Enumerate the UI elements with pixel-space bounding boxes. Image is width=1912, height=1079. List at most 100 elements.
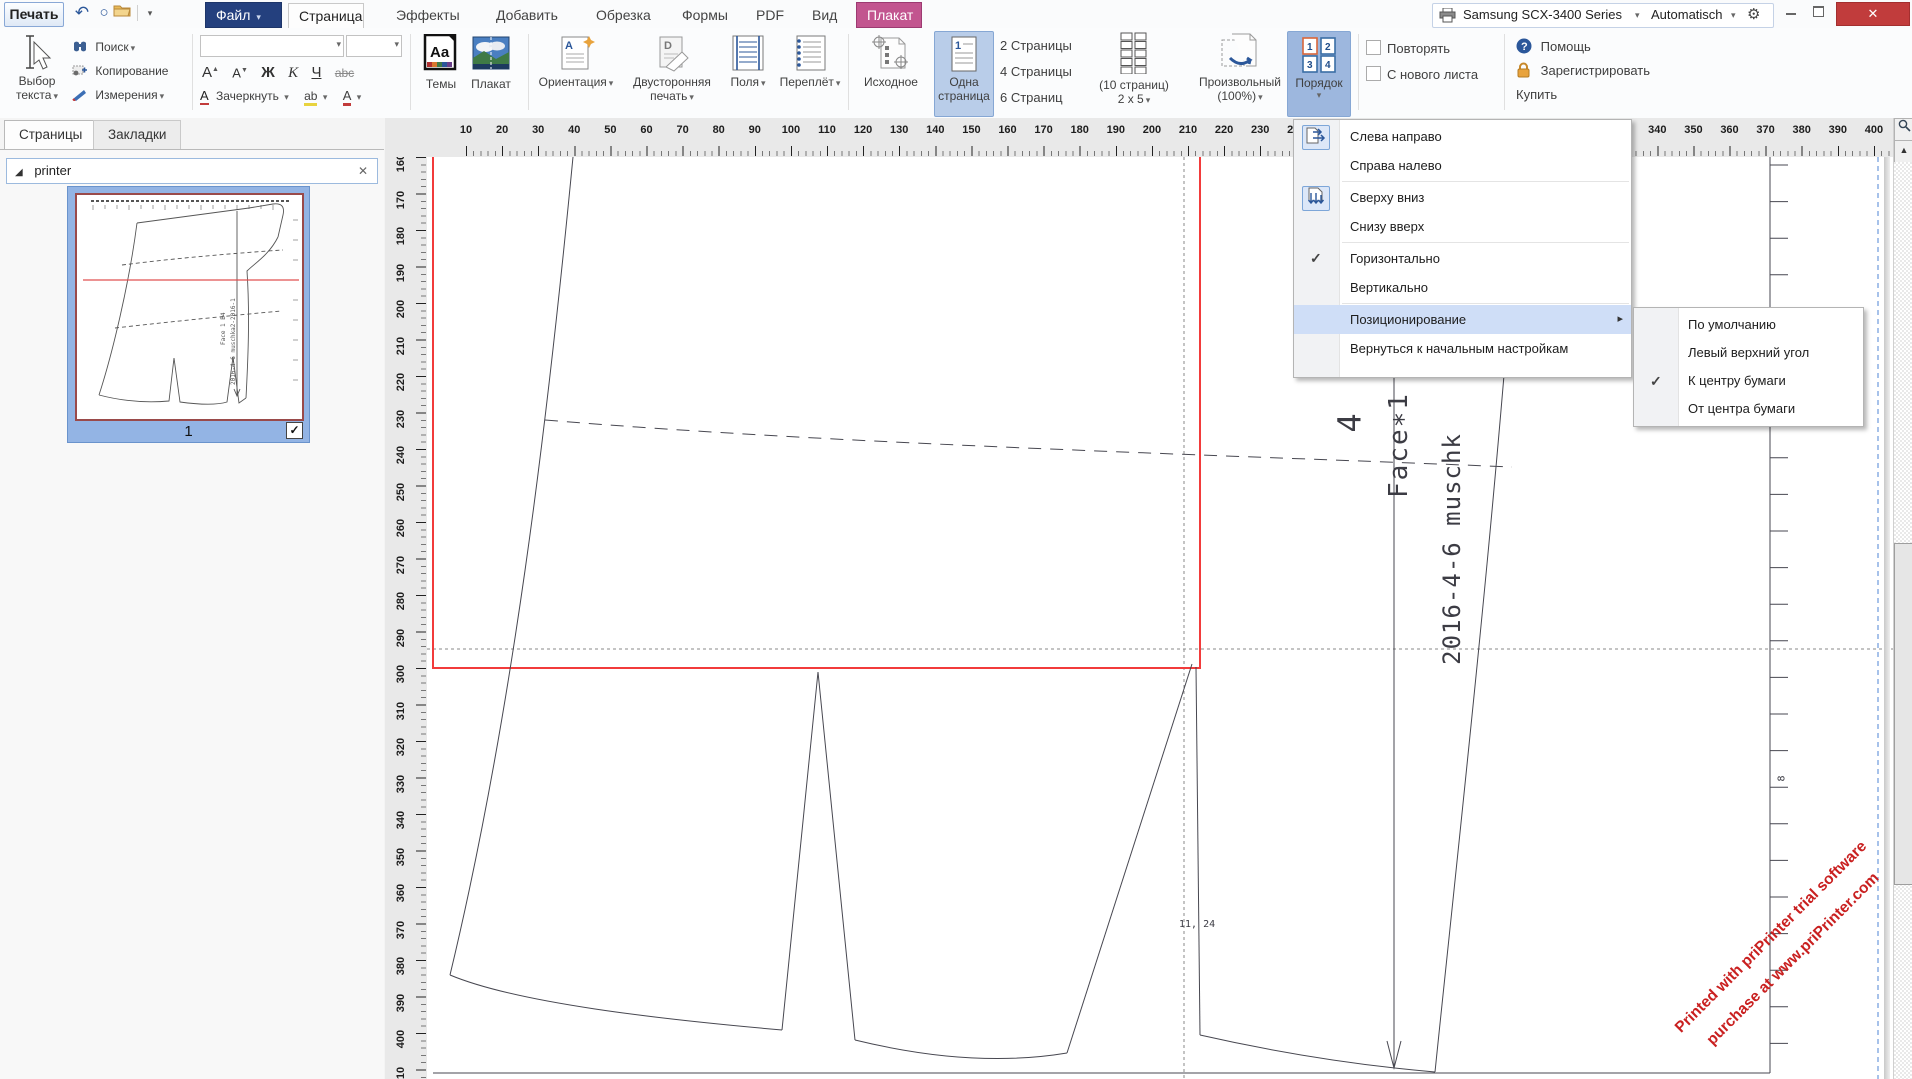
- svg-text:D: D: [664, 40, 672, 52]
- quickaccess-customize-icon[interactable]: ▾: [140, 3, 160, 23]
- font-size-combo[interactable]: ▾: [346, 35, 402, 57]
- submenu-item-default[interactable]: По умолчанию: [1634, 311, 1863, 339]
- strike-button[interactable]: А Зачеркнуть ▾: [200, 88, 292, 105]
- submenu-item-from-center-of-paper[interactable]: От центра бумаги: [1634, 395, 1863, 423]
- menu-item-bottom-up[interactable]: Снизу вверх: [1294, 212, 1631, 241]
- margins-button[interactable]: Поля ▾: [726, 34, 770, 89]
- submenu-item-top-left-corner[interactable]: Левый верхний угол: [1634, 339, 1863, 367]
- pattern-date-label: 2016-4-6 muschk: [1438, 433, 1466, 665]
- vertical-scrollbar[interactable]: ▲: [1893, 118, 1912, 1079]
- duplex-button[interactable]: D Двусторонняя печать ▾: [620, 34, 724, 103]
- sidebar-tab-bookmarks[interactable]: Закладки: [93, 120, 182, 150]
- tab-add[interactable]: Добавить: [486, 3, 568, 28]
- font-family-combo[interactable]: ▾: [200, 35, 344, 57]
- tab-shapes[interactable]: Формы: [672, 3, 738, 28]
- orientation-button[interactable]: A Ориентация ▾: [534, 34, 618, 89]
- print-preview-canvas[interactable]: 4 Face∗1 2016-4-6 muschk 11, 24 8 Printe…: [427, 157, 1893, 1079]
- menu-item-vertical[interactable]: Вертикально: [1294, 273, 1631, 302]
- tab-effects[interactable]: Эффекты: [386, 3, 470, 28]
- ruler-label: 360: [1720, 124, 1739, 136]
- help-button[interactable]: ? Помощь: [1516, 36, 1591, 58]
- close-icon[interactable]: ✕: [358, 159, 368, 183]
- printer-select-arrow-icon[interactable]: ▾: [1635, 10, 1640, 21]
- measure-button[interactable]: Измерения ▾: [72, 84, 164, 106]
- undo-icon[interactable]: ↶: [72, 3, 92, 23]
- repeat-checkbox[interactable]: Повторять: [1366, 38, 1450, 60]
- binding-icon: [778, 34, 842, 75]
- close-button[interactable]: ✕: [1836, 2, 1910, 26]
- ribbon-separator: [528, 34, 529, 110]
- tab-page[interactable]: Страница: [288, 3, 364, 30]
- tray-select-arrow-icon[interactable]: ▾: [1731, 10, 1736, 21]
- ruler-label: 40: [568, 124, 581, 136]
- highlight-button[interactable]: ab ▾: [304, 89, 331, 106]
- order-label: Порядок: [1295, 76, 1343, 90]
- strikethrough-sample-button[interactable]: abc: [335, 62, 354, 84]
- italic-button[interactable]: К: [288, 62, 298, 84]
- menu-item-positioning[interactable]: Позиционирование ▸: [1294, 305, 1631, 334]
- print-button[interactable]: Печать: [4, 2, 64, 27]
- tab-view[interactable]: Вид: [802, 3, 847, 28]
- menu-item-reset-settings[interactable]: Вернуться к начальным настройкам: [1294, 334, 1631, 363]
- themes-icon: Aa: [421, 33, 461, 75]
- order-button[interactable]: 1 2 3 4 Порядок ▾: [1287, 31, 1351, 117]
- ruler-label: 350: [395, 847, 407, 866]
- tab-file[interactable]: Файл ▾: [205, 2, 282, 28]
- submenu-item-label: К центру бумаги: [1688, 373, 1786, 388]
- select-text-button[interactable]: Выбор текста ▾: [10, 32, 64, 102]
- menu-item-right-to-left[interactable]: Справа налево: [1294, 151, 1631, 180]
- poster-button[interactable]: Плакат: [468, 34, 514, 91]
- zoom-corner-button[interactable]: [1894, 118, 1912, 141]
- open-folder-icon[interactable]: [112, 3, 132, 23]
- register-button[interactable]: Зарегистрировать: [1516, 60, 1650, 82]
- underline-button[interactable]: Ч: [311, 62, 321, 84]
- original-view-icon: [856, 34, 926, 75]
- original-view-button[interactable]: Исходное: [856, 34, 926, 89]
- new-sheet-checkbox[interactable]: С нового листа: [1366, 64, 1478, 86]
- scrollbar-thumb[interactable]: [1894, 543, 1912, 885]
- ten-pages-button[interactable]: (10 страниц) 2 х 5 ▾: [1086, 32, 1182, 106]
- minimize-button[interactable]: [1779, 2, 1803, 24]
- order-dropdown-arrow-icon[interactable]: ▾: [1288, 90, 1350, 101]
- custom-zoom-button[interactable]: Произвольный (100%) ▾: [1190, 32, 1290, 103]
- copy-button[interactable]: Копирование: [72, 60, 168, 82]
- printer-group-header[interactable]: ◢ printer ✕: [6, 158, 378, 184]
- tray-select[interactable]: Automatisch: [1651, 7, 1723, 22]
- font-shrink-button[interactable]: А▼: [232, 60, 248, 84]
- two-pages-button[interactable]: 2 Страницы: [1000, 35, 1072, 57]
- menu-item-horizontal[interactable]: ✓ Горизонтально: [1294, 244, 1631, 273]
- ruler-label: 100: [781, 124, 801, 136]
- tab-crop[interactable]: Обрезка: [586, 3, 661, 28]
- page-thumbnail[interactable]: Face 1 B4 2016-4-6 muschka2-2016-1 1 ✓: [67, 186, 310, 443]
- sidebar-tab-pages[interactable]: Страницы: [4, 120, 98, 150]
- tab-pdf[interactable]: PDF: [746, 3, 794, 28]
- menu-item-label: Справа налево: [1350, 158, 1442, 173]
- thumbnail-checkbox[interactable]: ✓: [286, 422, 303, 439]
- search-button[interactable]: Поиск ▾: [72, 36, 135, 58]
- ruler-label: 120: [853, 124, 873, 136]
- font-color-button[interactable]: А ▾: [342, 88, 361, 106]
- buy-button[interactable]: Купить: [1516, 84, 1557, 106]
- search-label: Поиск: [95, 40, 129, 54]
- chevron-down-icon: ▾: [689, 92, 694, 102]
- printer-select[interactable]: Samsung SCX-3400 Series: [1463, 7, 1622, 22]
- ruler-label: 370: [1756, 124, 1775, 136]
- four-pages-button[interactable]: 4 Страницы: [1000, 61, 1072, 83]
- font-grow-button[interactable]: А▲: [202, 59, 219, 84]
- themes-button[interactable]: Aa Темы: [421, 33, 461, 91]
- printer-settings-gear-icon[interactable]: ⚙: [1747, 5, 1760, 23]
- one-page-button[interactable]: 1 Одна страница: [934, 31, 994, 117]
- bold-button[interactable]: Ж: [261, 62, 275, 84]
- scroll-up-button[interactable]: ▲: [1894, 140, 1912, 163]
- restore-button[interactable]: [1806, 2, 1830, 24]
- submenu-item-center-of-paper[interactable]: ✓ К центру бумаги: [1634, 367, 1863, 395]
- ribbon-separator: [1504, 34, 1505, 110]
- help-label: Помощь: [1540, 39, 1591, 54]
- tab-poster[interactable]: Плакат: [856, 2, 922, 28]
- menu-item-left-to-right[interactable]: Слева направо: [1294, 122, 1631, 151]
- six-pages-button[interactable]: 6 Страниц: [1000, 87, 1063, 109]
- redo-circle-icon[interactable]: ○: [94, 3, 114, 23]
- collapse-triangle-icon[interactable]: ◢: [15, 167, 23, 178]
- binding-button[interactable]: Переплёт ▾: [778, 34, 842, 89]
- menu-item-top-down[interactable]: Сверху вниз: [1294, 183, 1631, 212]
